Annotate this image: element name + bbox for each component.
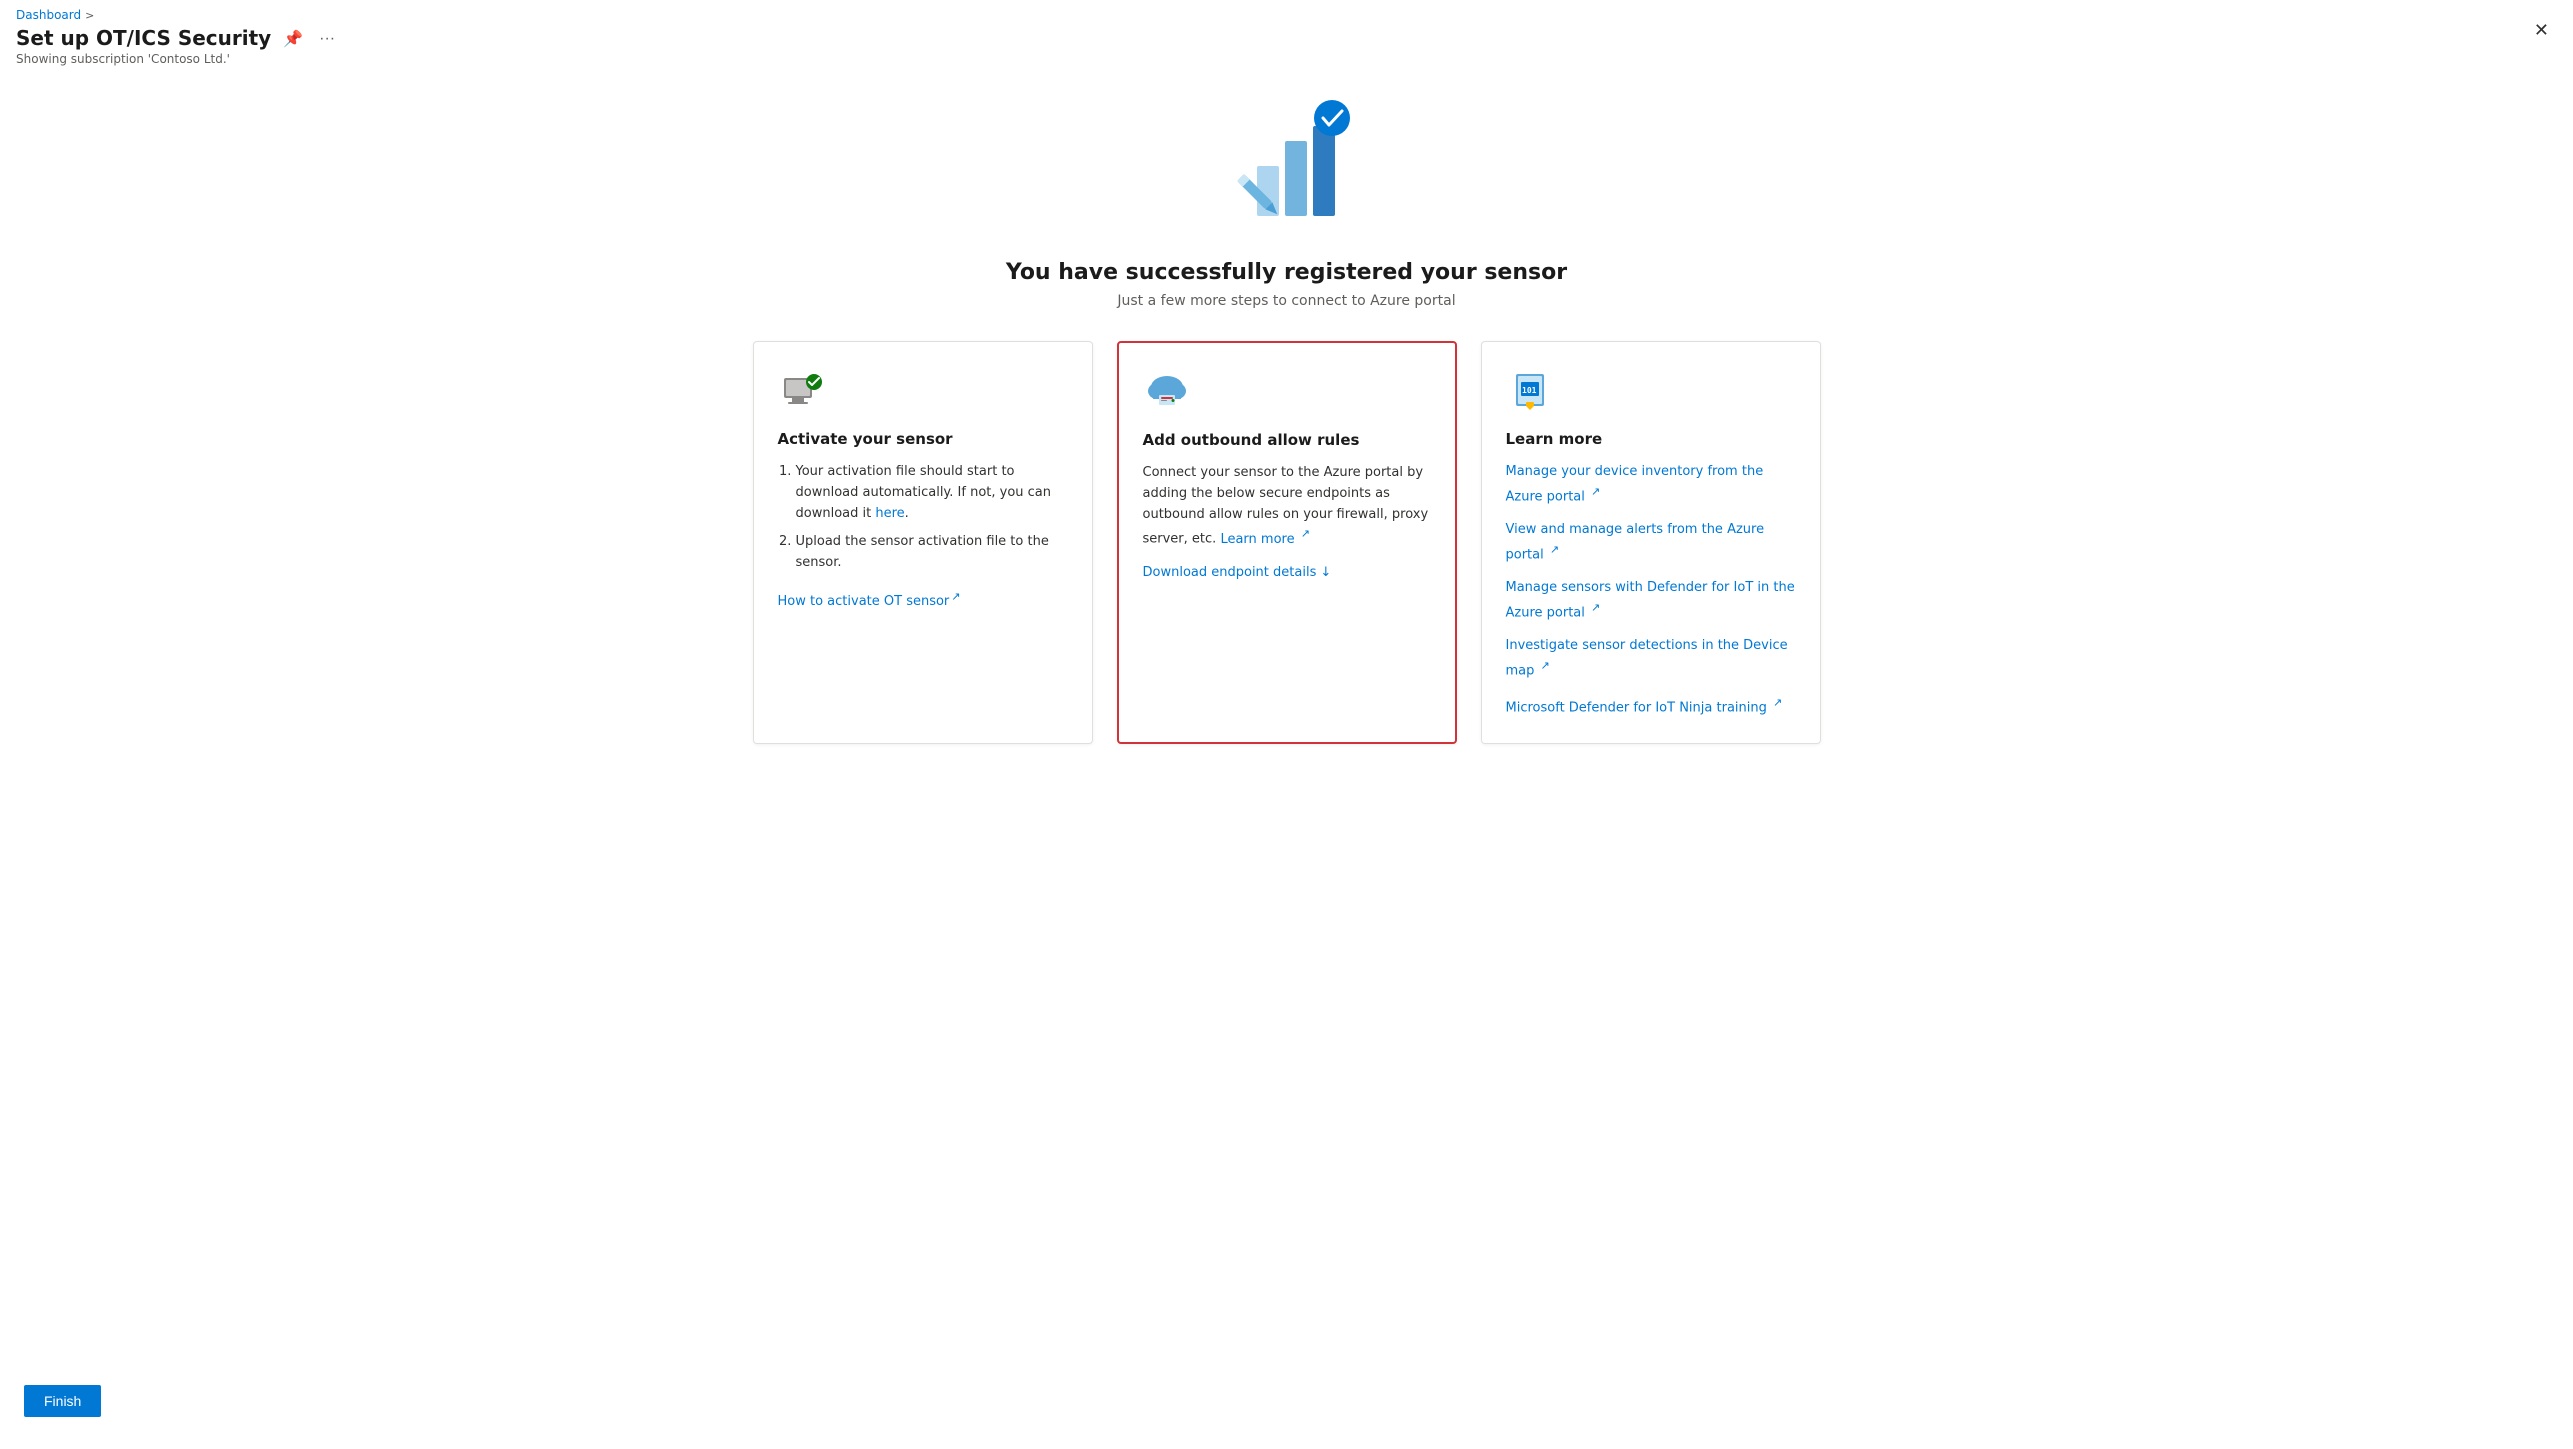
title-row: Set up OT/ICS Security 📌 ··· (16, 26, 339, 52)
learn-more-icon: 101 (1506, 366, 1554, 414)
here-link[interactable]: here (875, 506, 904, 521)
hero-image (1197, 86, 1377, 236)
breadcrumb-separator: > (85, 9, 94, 22)
more-options-button[interactable]: ··· (315, 28, 339, 50)
subscription-subtitle: Showing subscription 'Contoso Ltd.' (16, 52, 339, 66)
outbound-description: Connect your sensor to the Azure portal … (1143, 463, 1431, 551)
activate-step-1: Your activation file should start to dow… (796, 462, 1068, 524)
activate-step-2: Upload the sensor activation file to the… (796, 532, 1068, 574)
sensor-activate-icon (778, 366, 826, 414)
outbound-rules-card: Add outbound allow rules Connect your se… (1117, 341, 1457, 744)
link-manage-alerts[interactable]: View and manage alerts from the Azure po… (1506, 520, 1796, 566)
main-content: You have successfully registered your se… (0, 66, 2573, 784)
download-endpoint-link[interactable]: Download endpoint details ↓ (1143, 563, 1431, 584)
success-subtitle: Just a few more steps to connect to Azur… (1117, 293, 1455, 309)
link-ninja-training[interactable]: Microsoft Defender for IoT Ninja trainin… (1506, 694, 1796, 719)
learn-more-link[interactable]: Learn more ↗ (1220, 532, 1310, 547)
activate-sensor-card: Activate your sensor Your activation fil… (753, 341, 1093, 744)
cloud-outbound-icon (1143, 367, 1191, 415)
learn-more-card-body: Manage your device inventory from the Az… (1506, 462, 1796, 719)
learn-more-card-title: Learn more (1506, 430, 1796, 448)
activate-card-body: Your activation file should start to dow… (778, 462, 1068, 613)
top-bar: Dashboard > Set up OT/ICS Security 📌 ···… (0, 0, 2573, 66)
outbound-card-body: Connect your sensor to the Azure portal … (1143, 463, 1431, 583)
page-title: Set up OT/ICS Security (16, 26, 271, 50)
success-title: You have successfully registered your se… (1006, 260, 1567, 285)
header-left: Dashboard > Set up OT/ICS Security 📌 ···… (16, 8, 339, 66)
learn-more-card: 101 Learn more Manage your device invent… (1481, 341, 1821, 744)
hero-illustration (1197, 86, 1377, 236)
link-manage-sensors[interactable]: Manage sensors with Defender for IoT in … (1506, 578, 1796, 624)
activate-card-title: Activate your sensor (778, 430, 1068, 448)
svg-text:101: 101 (1522, 386, 1537, 395)
outbound-card-title: Add outbound allow rules (1143, 431, 1431, 449)
learn-more-links: Manage your device inventory from the Az… (1506, 462, 1796, 719)
pin-button[interactable]: 📌 (279, 27, 307, 51)
link-device-map[interactable]: Investigate sensor detections in the Dev… (1506, 636, 1796, 682)
breadcrumb: Dashboard > (16, 8, 339, 22)
breadcrumb-dashboard[interactable]: Dashboard (16, 8, 81, 22)
activate-ot-sensor-link[interactable]: How to activate OT sensor↗ (778, 594, 961, 609)
close-button[interactable]: ✕ (2526, 16, 2557, 45)
link-device-inventory[interactable]: Manage your device inventory from the Az… (1506, 462, 1796, 508)
cards-container: Activate your sensor Your activation fil… (737, 341, 1837, 744)
finish-button[interactable]: Finish (24, 1385, 101, 1417)
